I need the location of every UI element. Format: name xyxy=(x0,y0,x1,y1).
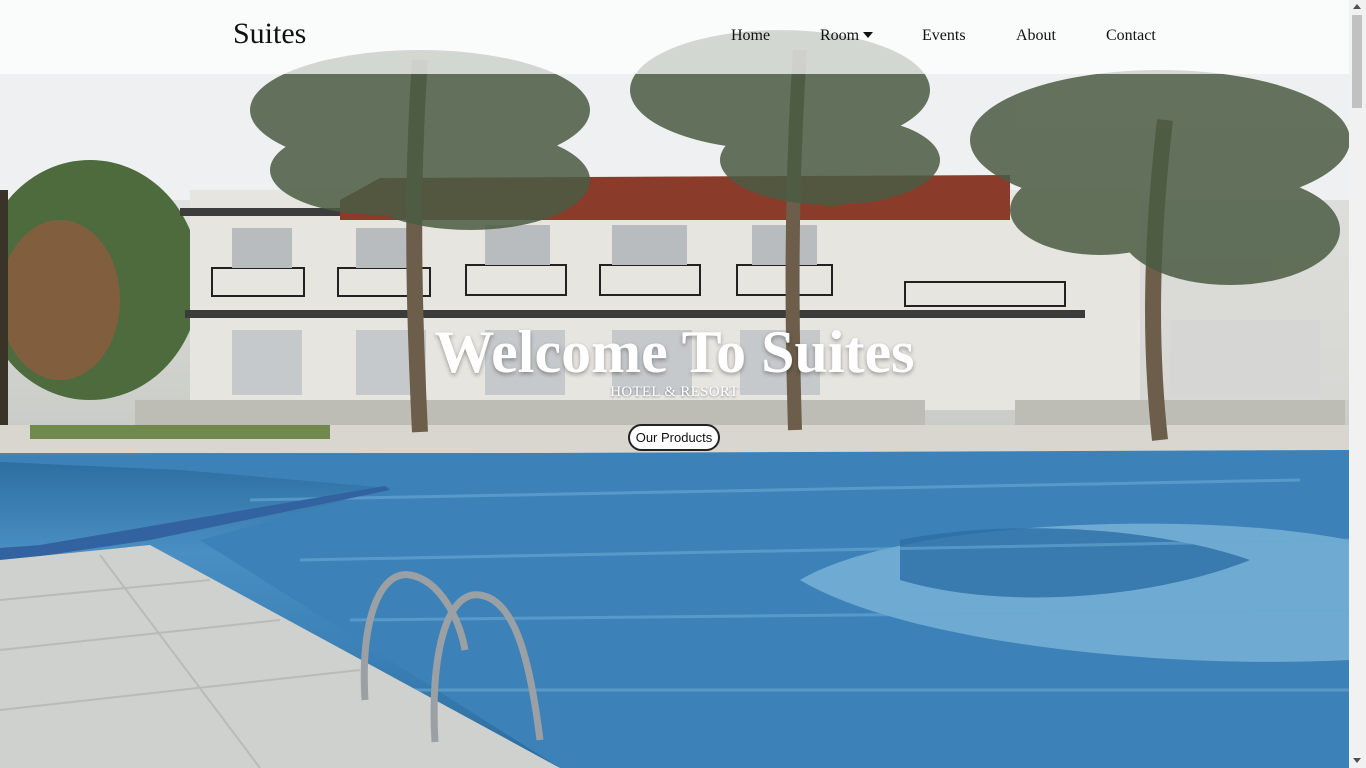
nav-item-events[interactable]: Events xyxy=(922,27,966,45)
hero-title: Welcome To Suites xyxy=(434,319,915,385)
scroll-down-arrow-icon[interactable] xyxy=(1353,758,1361,763)
our-products-button[interactable]: Our Products xyxy=(628,424,720,451)
nav-item-room-label: Room xyxy=(820,27,860,44)
nav-item-contact[interactable]: Contact xyxy=(1106,27,1156,45)
brand-logo[interactable]: Suites xyxy=(233,17,306,51)
vertical-scrollbar[interactable] xyxy=(1349,0,1366,768)
caret-down-icon xyxy=(863,32,874,38)
scroll-up-arrow-icon[interactable] xyxy=(1353,4,1361,9)
nav-item-home[interactable]: Home xyxy=(731,27,770,45)
hero-subtitle: HOTEL & RESORT xyxy=(610,384,739,400)
scrollbar-thumb[interactable] xyxy=(1352,15,1362,108)
nav-item-about[interactable]: About xyxy=(1016,27,1056,45)
nav-item-room[interactable]: Room xyxy=(820,27,874,45)
top-navbar: Suites Home Room Events About Contact xyxy=(0,0,1349,74)
